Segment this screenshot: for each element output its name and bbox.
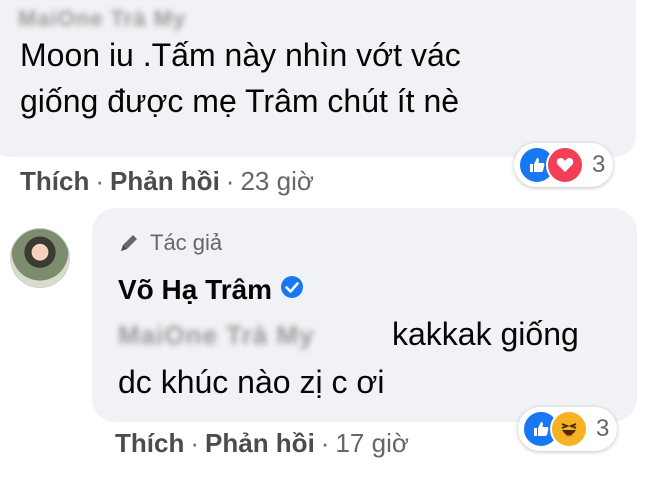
comment-text-line: giống được mẹ Trâm chút ít nè	[20, 83, 460, 119]
reaction-count: 3	[596, 415, 610, 442]
comment-actions: Thích · Phản hồi · 23 giờ	[20, 166, 314, 197]
separator: ·	[190, 428, 200, 458]
comment-text-line: Moon iu .Tấm này nhìn vớt vác	[20, 37, 461, 73]
comment-author-name: Võ Hạ Trâm	[118, 274, 304, 306]
mention-blurred[interactable]: MaiOne Trà My	[118, 320, 315, 351]
verified-badge-icon	[280, 274, 304, 306]
reply-link[interactable]: Phản hồi	[110, 166, 220, 196]
like-link[interactable]: Thích	[115, 428, 184, 458]
comment-bubble-1: MaiOne Trà My Moon iu .Tấm này nhìn vớt …	[0, 0, 636, 157]
reply-link[interactable]: Phản hồi	[205, 428, 315, 458]
comment-author-blurred[interactable]: MaiOne Trà My	[18, 6, 186, 32]
comment-text: Moon iu .Tấm này nhìn vớt vác giống được…	[20, 32, 461, 124]
timestamp[interactable]: 23 giờ	[240, 166, 313, 196]
avatar[interactable]	[10, 228, 70, 288]
author-badge-label: Tác giả	[150, 230, 223, 255]
reaction-summary[interactable]: 3	[514, 143, 614, 187]
author-badge: Tác giả	[118, 230, 222, 256]
comment-actions: Thích · Phản hồi · 17 giờ	[115, 428, 409, 459]
like-link[interactable]: Thích	[20, 166, 89, 196]
separator: ·	[225, 166, 235, 196]
author-name[interactable]: Võ Hạ Trâm	[118, 274, 272, 306]
comment-text-line: kakkak giống	[392, 316, 579, 352]
comment-bubble-2: Tác giả Võ Hạ Trâm MaiOne Trà My kakkak …	[92, 208, 637, 422]
separator: ·	[320, 428, 330, 458]
reaction-summary[interactable]: 3	[518, 407, 618, 451]
love-icon	[546, 146, 584, 184]
separator: ·	[95, 166, 105, 196]
timestamp[interactable]: 17 giờ	[335, 428, 408, 458]
pencil-icon	[121, 235, 137, 251]
reaction-count: 3	[592, 151, 606, 178]
comment-text-line: dc khúc nào zị c ơi	[118, 364, 385, 400]
haha-icon	[550, 410, 588, 448]
